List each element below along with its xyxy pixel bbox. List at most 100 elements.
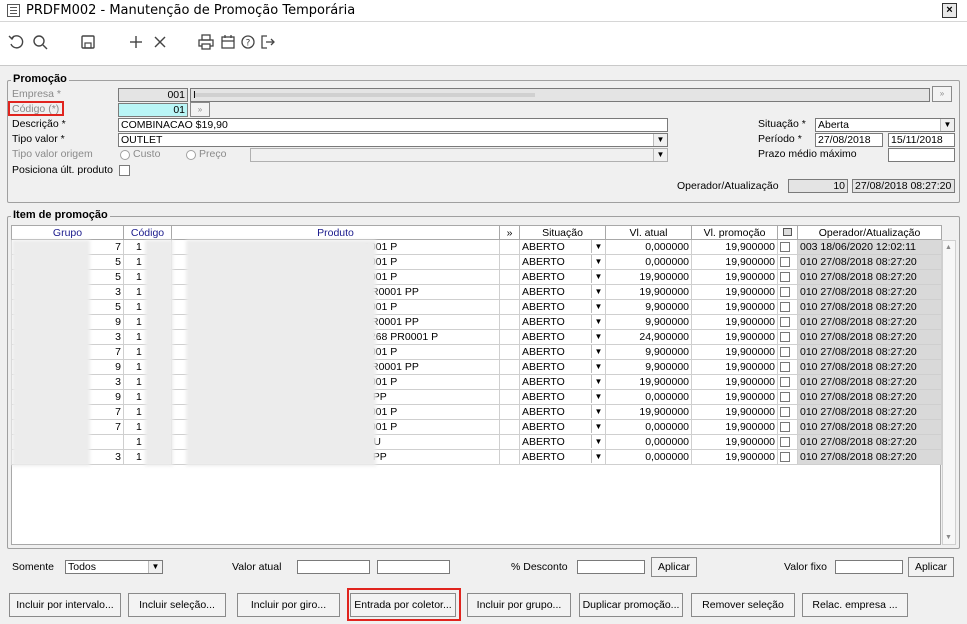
chevron-down-icon[interactable]: ▼: [591, 345, 605, 358]
aplicar-desconto-button[interactable]: Aplicar: [651, 557, 697, 577]
calendar-icon[interactable]: [220, 34, 236, 54]
vl-atual-cell[interactable]: 24,900000: [605, 329, 692, 345]
row-checkbox-cell[interactable]: [777, 329, 798, 345]
posiciona-checkbox[interactable]: [119, 165, 130, 176]
row-checkbox-cell[interactable]: [777, 404, 798, 420]
situacao-cell[interactable]: ABERTO ▼: [519, 419, 606, 435]
row-checkbox-cell[interactable]: [777, 389, 798, 405]
vl-atual-cell[interactable]: 0,000000: [605, 419, 692, 435]
vl-promocao-cell[interactable]: 19,900000: [691, 434, 778, 450]
situacao-cell[interactable]: ABERTO ▼: [519, 434, 606, 450]
situacao-cell[interactable]: ABERTO ▼: [519, 449, 606, 465]
situacao-cell[interactable]: ABERTO ▼: [519, 269, 606, 285]
vl-atual-cell[interactable]: 19,900000: [605, 284, 692, 300]
row-checkbox[interactable]: [780, 422, 790, 433]
vl-promocao-cell[interactable]: 19,900000: [691, 284, 778, 300]
row-checkbox[interactable]: [780, 272, 790, 283]
vl-promocao-cell[interactable]: 19,900000: [691, 374, 778, 390]
select-all-checkbox[interactable]: [777, 225, 798, 240]
more-cell[interactable]: [499, 389, 520, 405]
vl-promocao-cell[interactable]: 19,900000: [691, 239, 778, 255]
tipo-origem-select[interactable]: ▼: [250, 148, 668, 162]
tipo-valor-select[interactable]: OUTLET ▼: [118, 133, 668, 147]
chevron-down-icon[interactable]: ▼: [591, 255, 605, 268]
vl-promocao-cell[interactable]: 19,900000: [691, 269, 778, 285]
grid-scrollbar[interactable]: ▲ ▼: [942, 240, 956, 545]
chevron-down-icon[interactable]: ▼: [591, 405, 605, 418]
col-produto[interactable]: Produto: [171, 225, 500, 240]
operador-cell[interactable]: 010 27/08/2018 08:27:20: [797, 449, 942, 465]
add-icon[interactable]: [128, 34, 144, 54]
periodo-inicio-field[interactable]: 27/08/2018: [815, 133, 883, 147]
undo-icon[interactable]: [8, 34, 24, 54]
row-checkbox-cell[interactable]: [777, 269, 798, 285]
empresa-name-field[interactable]: I: [190, 88, 930, 102]
chevron-down-icon[interactable]: ▼: [591, 270, 605, 283]
chevron-down-icon[interactable]: ▼: [591, 375, 605, 388]
vl-atual-cell[interactable]: 0,000000: [605, 389, 692, 405]
operador-cell[interactable]: 010 27/08/2018 08:27:20: [797, 329, 942, 345]
operador-cell[interactable]: 010 27/08/2018 08:27:20: [797, 299, 942, 315]
preco-radio[interactable]: [186, 150, 196, 160]
vl-atual-cell[interactable]: 9,900000: [605, 344, 692, 360]
empresa-lookup-button[interactable]: »: [932, 86, 952, 102]
vl-promocao-cell[interactable]: 19,900000: [691, 329, 778, 345]
vl-atual-cell[interactable]: 9,900000: [605, 314, 692, 330]
operador-cell[interactable]: 010 27/08/2018 08:27:20: [797, 434, 942, 450]
col-operador[interactable]: Operador/Atualização: [797, 225, 942, 240]
vl-atual-cell[interactable]: 9,900000: [605, 359, 692, 375]
row-checkbox[interactable]: [780, 407, 790, 418]
vl-atual-cell[interactable]: 0,000000: [605, 254, 692, 270]
row-checkbox[interactable]: [780, 242, 790, 253]
vl-promocao-cell[interactable]: 19,900000: [691, 254, 778, 270]
row-checkbox[interactable]: [780, 347, 790, 358]
row-checkbox-cell[interactable]: [777, 314, 798, 330]
chevron-down-icon[interactable]: ▼: [591, 360, 605, 373]
situacao-cell[interactable]: ABERTO ▼: [519, 329, 606, 345]
somente-select[interactable]: Todos ▼: [65, 560, 163, 574]
row-checkbox[interactable]: [780, 362, 790, 373]
chevron-down-icon[interactable]: ▼: [591, 285, 605, 298]
row-checkbox-cell[interactable]: [777, 344, 798, 360]
row-checkbox-cell[interactable]: [777, 239, 798, 255]
valor-fixo-field[interactable]: [835, 560, 903, 574]
descricao-field[interactable]: COMBINACAO $19,90: [118, 118, 668, 132]
row-checkbox[interactable]: [780, 302, 790, 313]
vl-atual-cell[interactable]: 0,000000: [605, 239, 692, 255]
vl-promocao-cell[interactable]: 19,900000: [691, 314, 778, 330]
chevron-down-icon[interactable]: ▼: [653, 149, 667, 161]
operador-cell[interactable]: 010 27/08/2018 08:27:20: [797, 389, 942, 405]
situacao-cell[interactable]: ABERTO ▼: [519, 404, 606, 420]
col-vl-promocao[interactable]: Vl. promoção: [691, 225, 778, 240]
situacao-cell[interactable]: ABERTO ▼: [519, 389, 606, 405]
vl-promocao-cell[interactable]: 19,900000: [691, 299, 778, 315]
more-cell[interactable]: [499, 434, 520, 450]
col-grupo[interactable]: Grupo: [11, 225, 124, 240]
more-cell[interactable]: [499, 269, 520, 285]
chevron-down-icon[interactable]: ▼: [591, 330, 605, 343]
operador-cell[interactable]: 010 27/08/2018 08:27:20: [797, 344, 942, 360]
operador-cell[interactable]: 010 27/08/2018 08:27:20: [797, 254, 942, 270]
row-checkbox[interactable]: [780, 437, 790, 448]
more-cell[interactable]: [499, 284, 520, 300]
situacao-cell[interactable]: ABERTO ▼: [519, 314, 606, 330]
chevron-down-icon[interactable]: ▼: [591, 420, 605, 433]
row-checkbox[interactable]: [780, 452, 790, 463]
more-cell[interactable]: [499, 449, 520, 465]
vl-promocao-cell[interactable]: 19,900000: [691, 389, 778, 405]
incluir-giro-button[interactable]: Incluir por giro...: [237, 593, 340, 617]
more-cell[interactable]: [499, 359, 520, 375]
chevron-down-icon[interactable]: ▼: [591, 390, 605, 403]
vl-atual-cell[interactable]: 9,900000: [605, 299, 692, 315]
prazo-field[interactable]: [888, 148, 955, 162]
incluir-grupo-button[interactable]: Incluir por grupo...: [467, 593, 571, 617]
situacao-cell[interactable]: ABERTO ▼: [519, 359, 606, 375]
relac-empresa-button[interactable]: Relac. empresa ...: [802, 593, 908, 617]
chevron-down-icon[interactable]: ▼: [591, 450, 605, 463]
situacao-cell[interactable]: ABERTO ▼: [519, 284, 606, 300]
more-cell[interactable]: [499, 299, 520, 315]
vl-promocao-cell[interactable]: 19,900000: [691, 359, 778, 375]
custo-radio[interactable]: [120, 150, 130, 160]
row-checkbox[interactable]: [780, 257, 790, 268]
periodo-fim-field[interactable]: 15/11/2018: [888, 133, 955, 147]
